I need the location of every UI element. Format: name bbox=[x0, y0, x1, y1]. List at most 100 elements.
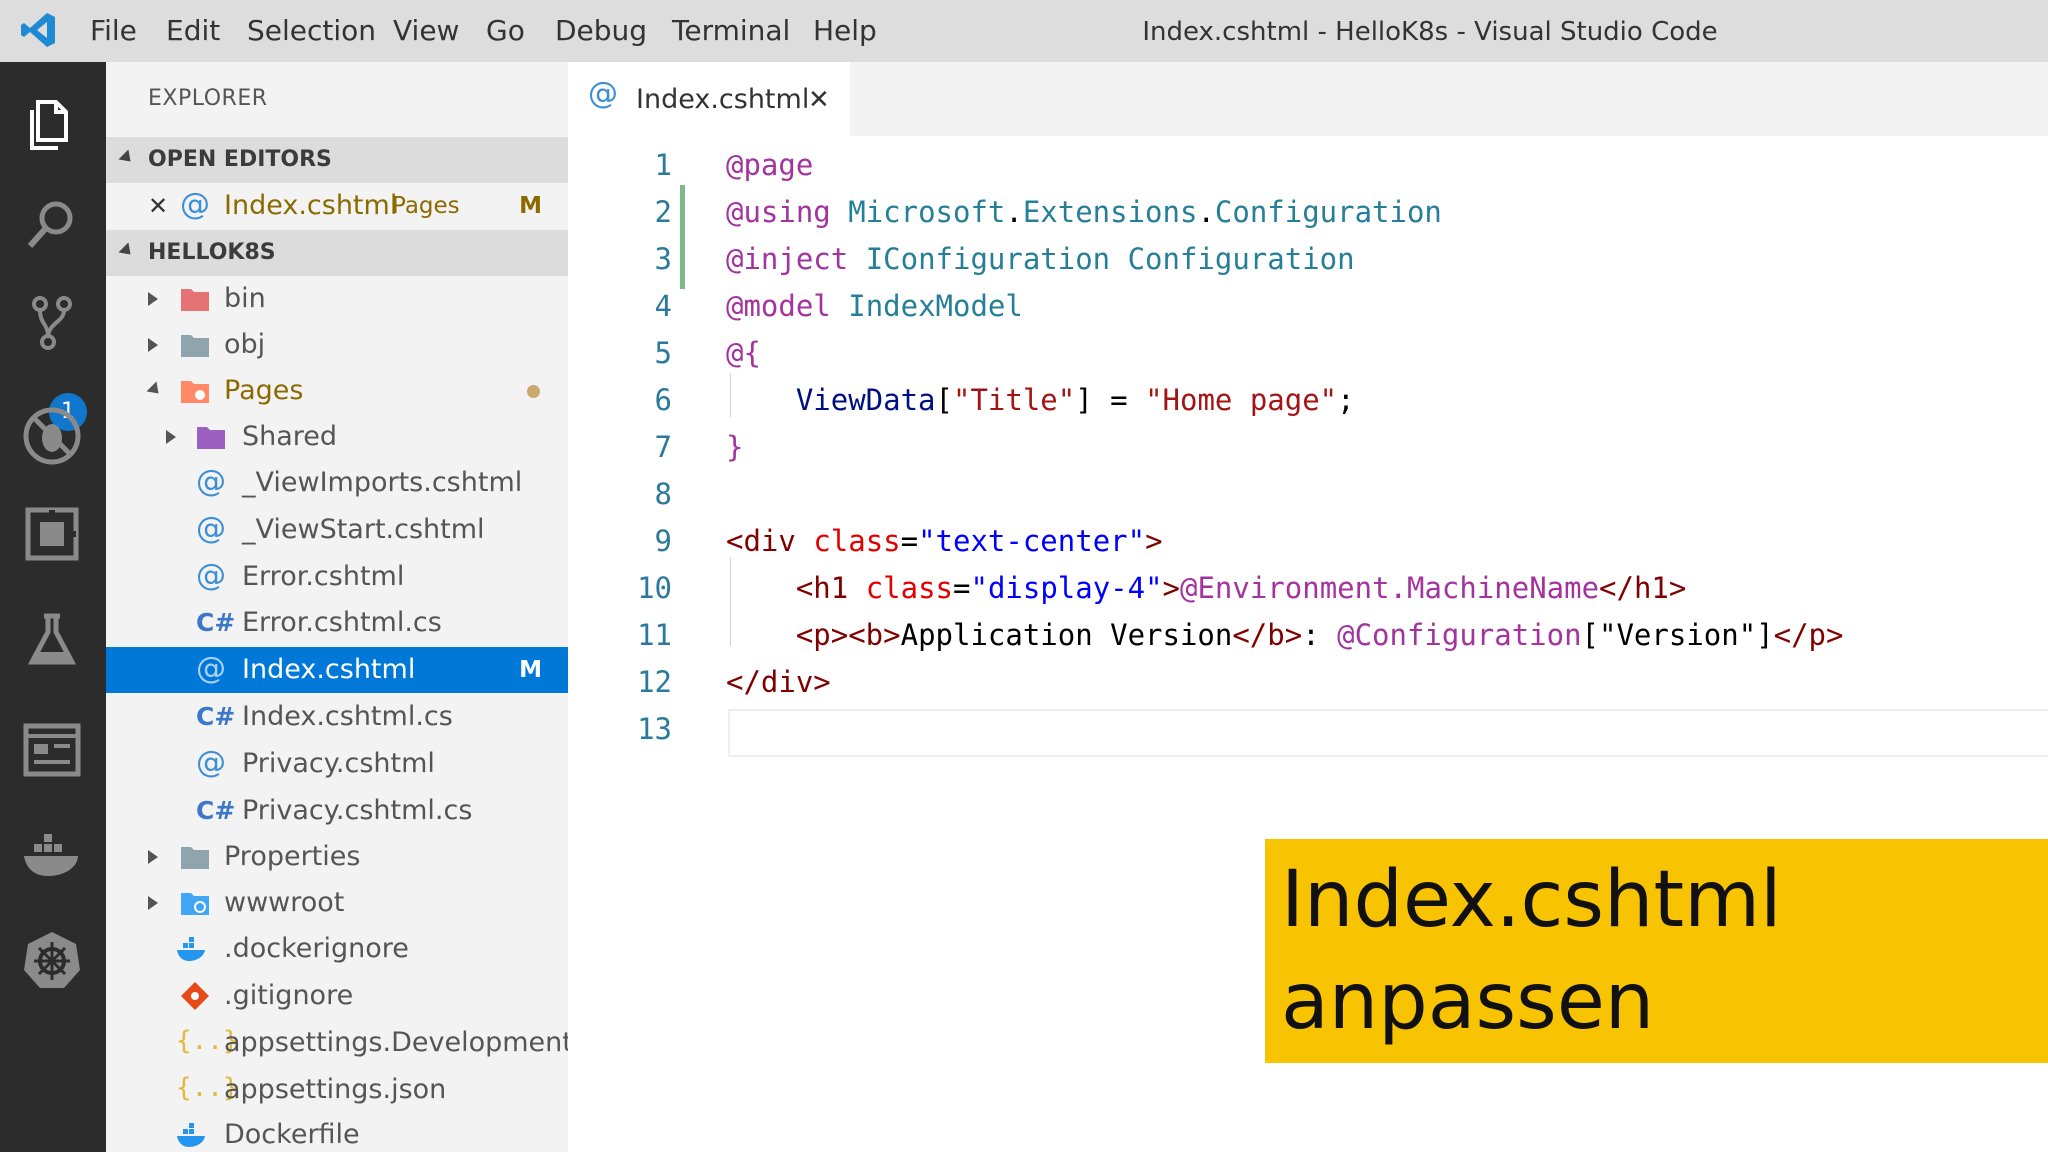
project-header[interactable]: HELLOK8S bbox=[106, 230, 568, 276]
tree-item-label: _ViewImports.cshtml bbox=[242, 467, 523, 498]
modified-badge: M bbox=[519, 657, 542, 683]
tree-item-label: Index.cshtml bbox=[242, 654, 416, 685]
code-line: @model IndexModel bbox=[726, 289, 1023, 323]
tree-item-viewimports[interactable]: @ _ViewImports.cshtml bbox=[106, 460, 568, 506]
html-tag: <h1 bbox=[795, 571, 849, 605]
tree-item-dockerignore[interactable]: .dockerignore bbox=[106, 926, 568, 972]
folder-red-icon bbox=[181, 289, 209, 311]
tree-item-error-cs[interactable]: C# Error.cshtml.cs bbox=[106, 600, 568, 646]
tree-item-appsettings-dev[interactable]: {..} appsettings.Development.... bbox=[106, 1020, 568, 1066]
tree-item-pages[interactable]: Pages bbox=[106, 368, 568, 414]
tree-item-index-cshtml[interactable]: @ Index.cshtml M bbox=[106, 647, 568, 693]
kubernetes-icon[interactable] bbox=[20, 928, 84, 992]
window-title: Index.cshtml - HelloK8s - Visual Studio … bbox=[1142, 17, 1718, 47]
line-number: 6 bbox=[654, 383, 672, 417]
tree-item-label: Error.cshtml.cs bbox=[242, 607, 442, 638]
razor-file-icon: @ bbox=[196, 511, 226, 546]
remote-explorer-icon[interactable] bbox=[20, 718, 84, 782]
csharp-file-icon: C# bbox=[196, 796, 236, 825]
tree-item-appsettings[interactable]: {..} appsettings.json bbox=[106, 1067, 568, 1113]
code-line: @{ bbox=[726, 336, 761, 370]
razor-file-icon: @ bbox=[588, 76, 618, 111]
razor-block-close: } bbox=[726, 430, 744, 464]
tree-item-index-cs[interactable]: C# Index.cshtml.cs bbox=[106, 694, 568, 740]
tree-item-label: wwwroot bbox=[224, 887, 345, 918]
line-number: 7 bbox=[654, 430, 672, 464]
tree-item-dockerfile[interactable]: Dockerfile bbox=[106, 1112, 568, 1152]
vscode-logo-icon bbox=[21, 13, 55, 47]
razor-file-icon: @ bbox=[196, 558, 226, 593]
tree-item-obj[interactable]: obj bbox=[106, 322, 568, 368]
modified-badge: M bbox=[519, 193, 542, 219]
menu-edit[interactable]: Edit bbox=[166, 0, 220, 62]
explorer-icon[interactable] bbox=[20, 92, 84, 156]
collapse-icon bbox=[118, 242, 136, 260]
editor-tab-bar: @ Index.cshtml ✕ bbox=[568, 62, 2048, 136]
tree-item-label: Privacy.cshtml.cs bbox=[242, 795, 473, 826]
source-control-icon[interactable] bbox=[20, 292, 84, 356]
tree-item-label: Error.cshtml bbox=[242, 561, 405, 592]
type-token: IndexModel bbox=[848, 289, 1023, 323]
tree-item-bin[interactable]: bin bbox=[106, 276, 568, 322]
open-editors-header[interactable]: OPEN EDITORS bbox=[106, 137, 568, 183]
test-flask-icon[interactable] bbox=[20, 608, 84, 672]
menu-help[interactable]: Help bbox=[813, 0, 877, 62]
tab-close-icon[interactable]: ✕ bbox=[808, 62, 830, 138]
folder-purple-icon bbox=[197, 427, 225, 449]
razor-block-open: @{ bbox=[726, 336, 761, 370]
tree-item-label: obj bbox=[224, 329, 266, 360]
line-number: 8 bbox=[654, 477, 672, 511]
tree-item-label: Index.cshtml.cs bbox=[242, 701, 453, 732]
docker-icon[interactable] bbox=[20, 822, 84, 886]
debug-icon[interactable] bbox=[20, 404, 84, 468]
tree-item-shared[interactable]: Shared bbox=[106, 414, 568, 460]
line-number: 13 bbox=[637, 712, 672, 746]
docker-file-icon bbox=[177, 937, 205, 961]
extensions-icon[interactable] bbox=[20, 502, 84, 566]
type-token: IConfiguration bbox=[865, 242, 1111, 276]
modified-dot-icon bbox=[527, 385, 540, 398]
project-label: HELLOK8S bbox=[148, 240, 276, 265]
open-editor-item[interactable]: ✕ @ Index.cshtml Pages M bbox=[106, 183, 568, 229]
menu-selection[interactable]: Selection bbox=[247, 0, 376, 62]
tree-item-viewstart[interactable]: @ _ViewStart.cshtml bbox=[106, 507, 568, 553]
html-tag: </b> bbox=[1232, 618, 1303, 652]
code-line: </div> bbox=[726, 665, 831, 699]
attribute-value: "text-center" bbox=[918, 524, 1146, 558]
html-tag: <p><b> bbox=[795, 618, 901, 652]
razor-file-icon: @ bbox=[180, 187, 210, 222]
line-number: 12 bbox=[637, 665, 672, 699]
open-editor-name: Index.cshtml bbox=[224, 190, 398, 221]
tree-item-error-cshtml[interactable]: @ Error.cshtml bbox=[106, 554, 568, 600]
menu-file[interactable]: File bbox=[90, 0, 137, 62]
title-bar: File Edit Selection View Go Debug Termin… bbox=[0, 0, 2048, 62]
tree-item-label: bin bbox=[224, 283, 266, 314]
html-tag: </h1> bbox=[1599, 571, 1687, 605]
razor-directive: @model bbox=[726, 289, 831, 323]
git-file-icon bbox=[181, 982, 209, 1010]
expand-icon bbox=[148, 850, 158, 864]
tab-index-cshtml[interactable]: @ Index.cshtml ✕ bbox=[568, 62, 850, 136]
razor-expression: @Environment.MachineName bbox=[1180, 571, 1600, 605]
activity-bar: 1 bbox=[0, 62, 106, 1152]
tree-item-wwwroot[interactable]: wwwroot bbox=[106, 880, 568, 926]
razor-file-icon: @ bbox=[196, 745, 226, 780]
menu-debug[interactable]: Debug bbox=[555, 0, 647, 62]
close-icon[interactable]: ✕ bbox=[148, 183, 168, 229]
line-number: 9 bbox=[654, 524, 672, 558]
expand-icon bbox=[148, 292, 158, 306]
razor-expression: @Configuration bbox=[1337, 618, 1582, 652]
tree-item-privacy-cs[interactable]: C# Privacy.cshtml.cs bbox=[106, 788, 568, 834]
caption-line-2: anpassen bbox=[1281, 957, 1655, 1047]
folder-open-orange-icon bbox=[181, 381, 209, 403]
razor-directive: @inject bbox=[726, 242, 849, 276]
tree-item-privacy-cshtml[interactable]: @ Privacy.cshtml bbox=[106, 741, 568, 787]
namespace-token: Extensions bbox=[1022, 195, 1198, 229]
menu-go[interactable]: Go bbox=[486, 0, 525, 62]
search-icon[interactable] bbox=[20, 192, 84, 256]
menu-terminal[interactable]: Terminal bbox=[672, 0, 790, 62]
tree-item-gitignore[interactable]: .gitignore bbox=[106, 973, 568, 1019]
code-line: <p><b>Application Version</b>: @Configur… bbox=[795, 618, 1844, 652]
menu-view[interactable]: View bbox=[393, 0, 459, 62]
tree-item-properties[interactable]: Properties bbox=[106, 834, 568, 880]
